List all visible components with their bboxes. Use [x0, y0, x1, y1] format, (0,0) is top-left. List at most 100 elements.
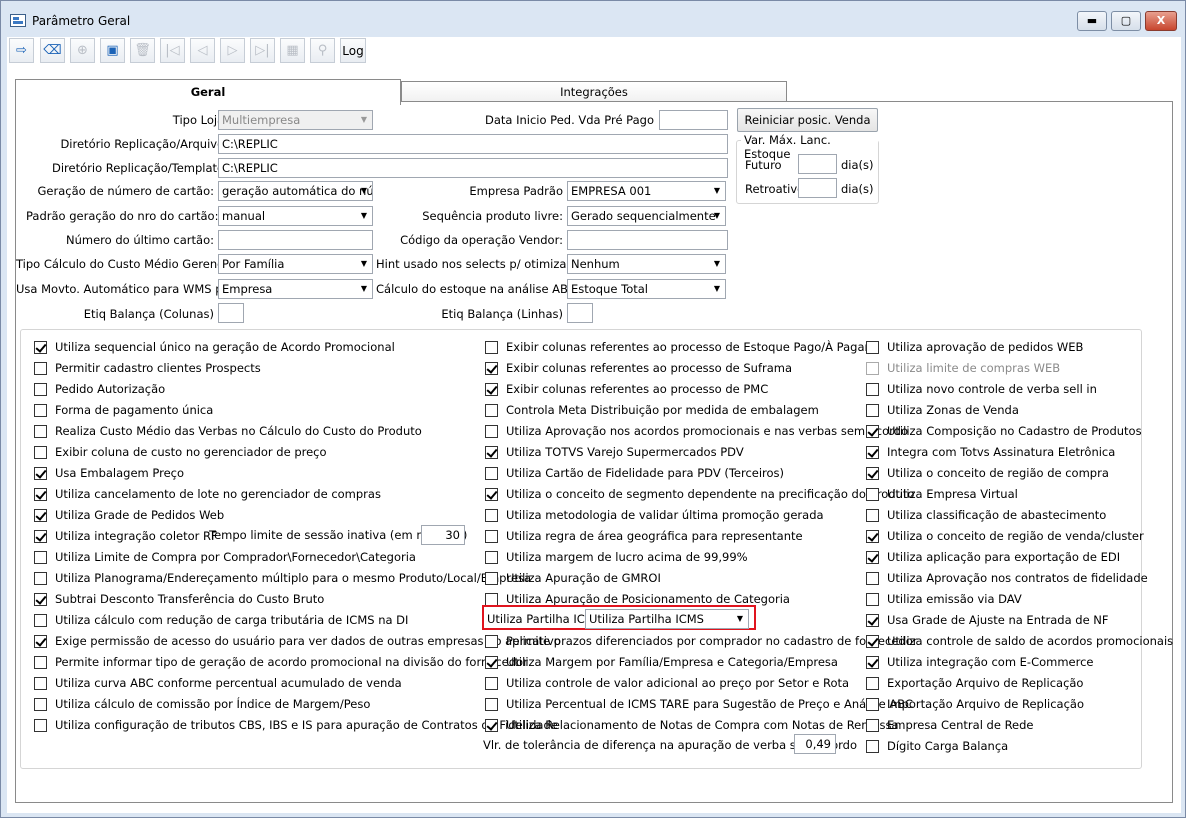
- checkbox-checked-icon[interactable]: [34, 529, 47, 543]
- option-checkbox[interactable]: Realiza Custo Médio das Verbas no Cálcul…: [34, 422, 422, 440]
- option-checkbox[interactable]: Utiliza Percentual de ICMS TARE para Sug…: [485, 695, 913, 713]
- checkbox-unchecked-icon[interactable]: [866, 739, 879, 753]
- partilha-select[interactable]: Utiliza Partilha ICMS ▼: [585, 609, 749, 629]
- checkbox-unchecked-icon[interactable]: [485, 508, 498, 522]
- option-checkbox[interactable]: Usa Grade de Ajuste na Entrada de NF: [866, 611, 1109, 629]
- exit-icon[interactable]: ⇨: [9, 38, 34, 63]
- checkbox-checked-icon[interactable]: [34, 634, 47, 648]
- option-checkbox[interactable]: Utiliza Aprovação nos contratos de fidel…: [866, 569, 1148, 587]
- checkbox-checked-icon[interactable]: [485, 361, 498, 375]
- option-checkbox[interactable]: Utiliza Zonas de Venda: [866, 401, 1019, 419]
- etiq-colunas-input[interactable]: [218, 303, 244, 323]
- checkbox-checked-icon[interactable]: [485, 655, 498, 669]
- option-checkbox[interactable]: Utiliza limite de compras WEB: [866, 359, 1060, 377]
- data-inicio-input[interactable]: [659, 110, 728, 130]
- checkbox-checked-icon[interactable]: [34, 466, 47, 480]
- last-record-icon[interactable]: ▷|: [250, 38, 275, 63]
- previous-record-icon[interactable]: ◁: [190, 38, 215, 63]
- dir-template-input[interactable]: C:\REPLIC: [218, 158, 728, 178]
- checkbox-checked-icon[interactable]: [866, 445, 879, 459]
- futuro-input[interactable]: [798, 154, 837, 174]
- checkbox-unchecked-icon[interactable]: [866, 340, 879, 354]
- option-checkbox[interactable]: Forma de pagamento única: [34, 401, 213, 419]
- checkbox-unchecked-icon[interactable]: [34, 571, 47, 585]
- maximize-button[interactable]: ▢: [1111, 11, 1141, 31]
- option-checkbox[interactable]: Utiliza Apuração de GMROI: [485, 569, 661, 587]
- checkbox-unchecked-icon[interactable]: [866, 382, 879, 396]
- checkbox-checked-icon[interactable]: [34, 340, 47, 354]
- checkbox-unchecked-icon[interactable]: [866, 403, 879, 417]
- option-checkbox[interactable]: Utiliza sequencial único na geração de A…: [34, 338, 395, 356]
- add-icon[interactable]: ⊕: [70, 38, 95, 63]
- option-checkbox[interactable]: Utiliza margem de lucro acima de 99,99%: [485, 548, 748, 566]
- checkbox-unchecked-icon[interactable]: [34, 697, 47, 711]
- option-checkbox[interactable]: Permitir cadastro clientes Prospects: [34, 359, 261, 377]
- option-checkbox[interactable]: Utiliza Relacionamento de Notas de Compr…: [485, 716, 899, 734]
- checkbox-checked-icon[interactable]: [485, 382, 498, 396]
- checkbox-unchecked-icon[interactable]: [34, 655, 47, 669]
- option-checkbox[interactable]: Utiliza novo controle de verba sell in: [866, 380, 1097, 398]
- option-checkbox[interactable]: Utiliza Aprovação nos acordos promociona…: [485, 422, 908, 440]
- checkbox-unchecked-icon[interactable]: [485, 634, 498, 648]
- checkbox-checked-icon[interactable]: [866, 613, 879, 627]
- option-checkbox[interactable]: Utiliza cancelamento de lote no gerencia…: [34, 485, 381, 503]
- tab-geral[interactable]: Geral: [15, 79, 401, 105]
- checkbox-unchecked-icon[interactable]: [866, 676, 879, 690]
- checkbox-unchecked-icon[interactable]: [485, 340, 498, 354]
- close-button[interactable]: X: [1145, 11, 1177, 31]
- etiq-linhas-input[interactable]: [567, 303, 593, 323]
- checkbox-unchecked-icon[interactable]: [866, 697, 879, 711]
- option-checkbox[interactable]: Utiliza curva ABC conforme percentual ac…: [34, 674, 402, 692]
- checkbox-checked-icon[interactable]: [34, 487, 47, 501]
- option-checkbox[interactable]: Utiliza controle de saldo de acordos pro…: [866, 632, 1173, 650]
- checkbox-unchecked-icon[interactable]: [34, 550, 47, 564]
- option-checkbox[interactable]: Usa Embalagem Preço: [34, 464, 184, 482]
- checkbox-unchecked-icon[interactable]: [866, 508, 879, 522]
- checkbox-unchecked-icon[interactable]: [34, 382, 47, 396]
- retroativo-input[interactable]: [798, 178, 837, 198]
- tipo-calculo-select[interactable]: Por Família ▼: [218, 254, 373, 274]
- checkbox-checked-icon[interactable]: [866, 634, 879, 648]
- grid-icon[interactable]: ▦: [280, 38, 305, 63]
- checkbox-unchecked-icon[interactable]: [866, 487, 879, 501]
- checkbox-unchecked-icon[interactable]: [34, 424, 47, 438]
- empresa-padrao-select[interactable]: EMPRESA 001 ▼: [567, 181, 726, 201]
- tempo-limite-input[interactable]: 30: [421, 525, 465, 545]
- checkbox-checked-icon[interactable]: [34, 508, 47, 522]
- padrao-geracao-select[interactable]: manual ▼: [218, 206, 373, 226]
- tolerancia-input[interactable]: 0,49: [794, 734, 836, 754]
- checkbox-unchecked-icon[interactable]: [485, 466, 498, 480]
- option-checkbox[interactable]: Utiliza Empresa Virtual: [866, 485, 1018, 503]
- option-checkbox[interactable]: Utiliza integração coletor RF: [34, 527, 218, 545]
- option-checkbox[interactable]: Utiliza aprovação de pedidos WEB: [866, 338, 1083, 356]
- minimize-button[interactable]: ▬: [1077, 11, 1107, 31]
- eraser-icon[interactable]: ⌫: [40, 38, 65, 63]
- tab-integracoes[interactable]: Integrações: [401, 81, 787, 103]
- checkbox-unchecked-icon[interactable]: [485, 529, 498, 543]
- option-checkbox[interactable]: Utiliza metodologia de validar última pr…: [485, 506, 824, 524]
- option-checkbox[interactable]: Subtrai Desconto Transferência do Custo …: [34, 590, 324, 608]
- option-checkbox[interactable]: Utiliza cálculo com redução de carga tri…: [34, 611, 408, 629]
- checkbox-unchecked-icon[interactable]: [485, 676, 498, 690]
- option-checkbox[interactable]: Utiliza integração com E-Commerce: [866, 653, 1094, 671]
- option-checkbox[interactable]: Exibir colunas referentes ao processo de…: [485, 338, 869, 356]
- checkbox-unchecked-icon[interactable]: [485, 697, 498, 711]
- checkbox-unchecked-icon[interactable]: [34, 718, 47, 732]
- option-checkbox[interactable]: Utiliza configuração de tributos CBS, IB…: [34, 716, 558, 734]
- checkbox-unchecked-icon[interactable]: [866, 571, 879, 585]
- codigo-operacao-input[interactable]: [567, 230, 728, 250]
- checkbox-checked-icon[interactable]: [866, 529, 879, 543]
- option-checkbox[interactable]: Utiliza controle de valor adicional ao p…: [485, 674, 849, 692]
- option-checkbox[interactable]: Exibir coluna de custo no gerenciador de…: [34, 443, 327, 461]
- option-checkbox[interactable]: Utiliza regra de área geográfica para re…: [485, 527, 803, 545]
- option-checkbox[interactable]: Permite prazos diferenciados por comprad…: [485, 632, 917, 650]
- option-checkbox[interactable]: Utiliza classificação de abastecimento: [866, 506, 1106, 524]
- checkbox-unchecked-icon[interactable]: [34, 676, 47, 690]
- log-button[interactable]: Log: [340, 38, 366, 63]
- option-checkbox[interactable]: Exportação Arquivo de Replicação: [866, 674, 1083, 692]
- checkbox-unchecked-icon[interactable]: [34, 403, 47, 417]
- option-checkbox[interactable]: Empresa Central de Rede: [866, 716, 1034, 734]
- checkbox-checked-icon[interactable]: [485, 487, 498, 501]
- checkbox-unchecked-icon[interactable]: [485, 571, 498, 585]
- option-checkbox[interactable]: Utiliza aplicação para exportação de EDI: [866, 548, 1120, 566]
